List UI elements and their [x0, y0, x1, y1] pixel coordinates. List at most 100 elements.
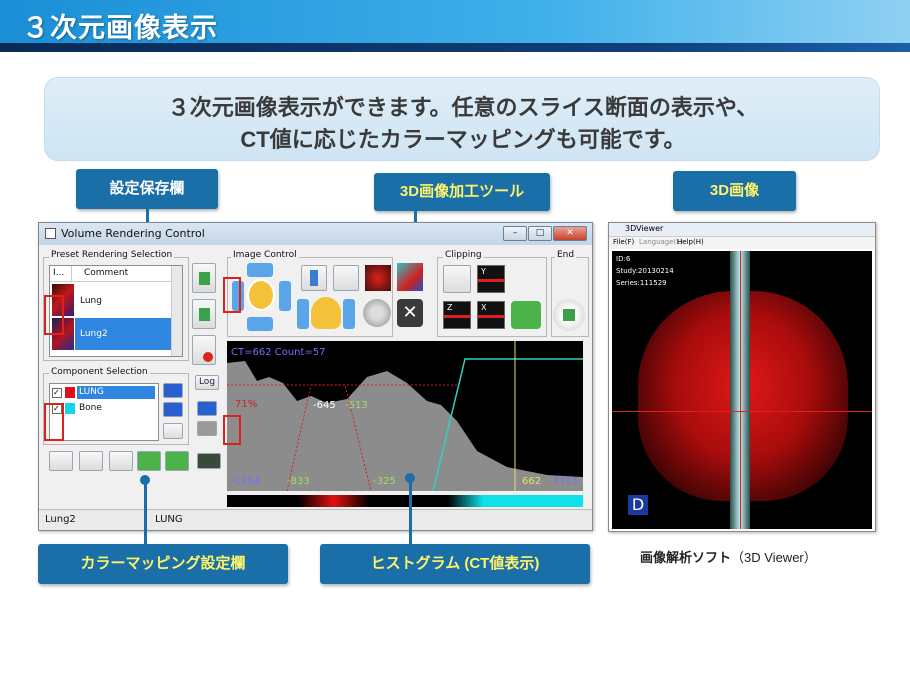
histogram-panel[interactable]: CT=662 Count=57 71% -645 -513 -1294 -833… [227, 341, 583, 491]
move-up-button[interactable] [163, 383, 183, 398]
arrow-down-icon[interactable] [247, 317, 273, 331]
export-icon [199, 308, 210, 321]
curve-shape-button-2[interactable] [79, 451, 103, 471]
stop-button[interactable] [197, 421, 217, 436]
window-titlebar: Volume Rendering Control – □ ✕ [39, 223, 592, 245]
highlight-box-components [44, 403, 64, 441]
histogram-graph [227, 341, 583, 491]
viewer-caption-bold: 画像解析ソフト [640, 550, 732, 565]
callout-histogram-leader [409, 478, 412, 544]
clip-x-label: X [481, 303, 487, 312]
minimize-button[interactable]: – [503, 226, 527, 241]
axis-max-label: 1115 [553, 476, 579, 487]
gear-icon[interactable] [363, 299, 391, 327]
component-name-bone[interactable]: Bone [79, 403, 102, 413]
crosshair-vertical [740, 251, 741, 529]
component-checkbox-lung[interactable]: ✓ [52, 388, 62, 398]
callout-color-map-leader [144, 480, 147, 544]
callout-preset-save: 設定保存欄 [76, 169, 218, 209]
viewer-study: Study:20130214 [616, 267, 674, 275]
component-group-label: Component Selection [49, 367, 150, 377]
log-button[interactable]: Log [195, 375, 219, 390]
move-icon[interactable] [301, 265, 327, 291]
viewer-titlebar: 3DViewer [609, 223, 875, 237]
apply-button[interactable] [197, 453, 221, 469]
histogram-area [227, 361, 583, 491]
component-name-lung[interactable]: LUNG [79, 387, 104, 397]
lung-label-left: -645 [313, 400, 336, 411]
move-down-button[interactable] [163, 402, 183, 417]
preset-row-lung[interactable]: Lung [80, 296, 102, 306]
banner-line-2: CT値に応じたカラーマッピングも可能です。 [240, 127, 686, 152]
add-icon [199, 272, 210, 285]
curve-shape-button-1[interactable] [49, 451, 73, 471]
page-title: ３次元画像表示 [22, 13, 218, 44]
arrow-right-green-button[interactable] [165, 451, 189, 471]
clipping-label: Clipping [443, 250, 484, 260]
component-list[interactable]: ✓ LUNG ✓ Bone [49, 383, 159, 441]
axis-min-label: -1294 [231, 476, 261, 487]
column-header-comment[interactable]: Comment [72, 266, 182, 282]
menu-help[interactable]: Help(H) [677, 238, 704, 246]
3d-render-view[interactable]: ID:6 Study:20130214 Series:111529 D [612, 251, 872, 529]
clip-z-line [444, 315, 470, 318]
callout-color-map: カラーマッピング設定欄 [38, 544, 288, 584]
end-button[interactable] [553, 299, 585, 331]
crosshair-horizontal [612, 411, 872, 412]
arrow-left-green-button[interactable] [137, 451, 161, 471]
column-header-id[interactable]: I... [50, 266, 72, 282]
clip-y-line [478, 279, 504, 282]
clip-x-button[interactable]: X [477, 301, 505, 329]
status-preset: Lung2 [45, 514, 76, 525]
close-x-icon[interactable]: ✕ [397, 299, 423, 327]
viewer-id: ID:6 [616, 255, 631, 263]
undo-arrow-icon[interactable] [511, 301, 541, 329]
axis-label-cursor: 662 [522, 476, 542, 487]
description-banner: ３次元画像表示ができます。任意のスライス断面の表示や、 CT値に応じたカラーマッ… [44, 77, 880, 161]
window-title: Volume Rendering Control [61, 227, 205, 240]
exit-icon [563, 309, 575, 321]
callout-3d-tool: 3D画像加工ツール [374, 173, 550, 211]
delete-icon [203, 352, 213, 362]
close-button[interactable]: ✕ [553, 226, 587, 241]
rotate-icon[interactable] [247, 279, 275, 311]
clip-plane-icon[interactable] [443, 265, 471, 293]
highlight-box-rotation [223, 277, 241, 313]
image-control-label: Image Control [231, 250, 299, 260]
viewer-window: 3DViewer File(F) Language(L) Help(H) ID:… [608, 222, 876, 532]
slice-right-icon[interactable] [343, 299, 355, 329]
cube-red-icon[interactable] [365, 265, 391, 291]
resize-icon[interactable] [333, 265, 359, 291]
clip-x-line [478, 315, 504, 318]
arrow-up-icon[interactable] [247, 263, 273, 277]
menu-file[interactable]: File(F) [613, 238, 634, 246]
clip-z-button[interactable]: Z [443, 301, 471, 329]
cube-color-icon[interactable] [397, 263, 423, 291]
arrow-right-icon[interactable] [279, 281, 291, 311]
preset-table[interactable]: I... Comment Lung Lung2 [49, 265, 183, 357]
viewer-menubar: File(F) Language(L) Help(H) [609, 237, 875, 249]
save-preset-button[interactable] [192, 263, 216, 293]
curve-shape-button-3[interactable] [109, 451, 133, 471]
load-preset-button[interactable] [192, 299, 216, 329]
component-swatch-bone [65, 403, 75, 414]
status-component: LUNG [155, 514, 183, 525]
clip-y-button[interactable]: Y [477, 265, 505, 293]
highlight-box-preset [44, 295, 64, 335]
callout-histogram: ヒストグラム (CT値表示) [320, 544, 590, 584]
face-icon[interactable] [311, 297, 341, 329]
slice-left-icon[interactable] [297, 299, 309, 329]
delete-preset-button[interactable] [192, 335, 216, 365]
preset-row-lung2[interactable]: Lung2 [80, 329, 108, 339]
preset-group-label: Preset Rendering Selection [49, 250, 175, 260]
color-map-bar[interactable] [227, 495, 583, 507]
callout-3d-image: 3D画像 [673, 171, 796, 211]
preset-scrollbar[interactable] [171, 266, 182, 356]
clip-y-label: Y [481, 267, 486, 276]
status-bar: Lung2 LUNG [39, 509, 592, 530]
component-swatch-lung [65, 387, 75, 398]
component-curve-button[interactable] [163, 423, 183, 439]
play-button[interactable] [197, 401, 217, 416]
maximize-button[interactable]: □ [528, 226, 552, 241]
app-icon [45, 228, 56, 239]
